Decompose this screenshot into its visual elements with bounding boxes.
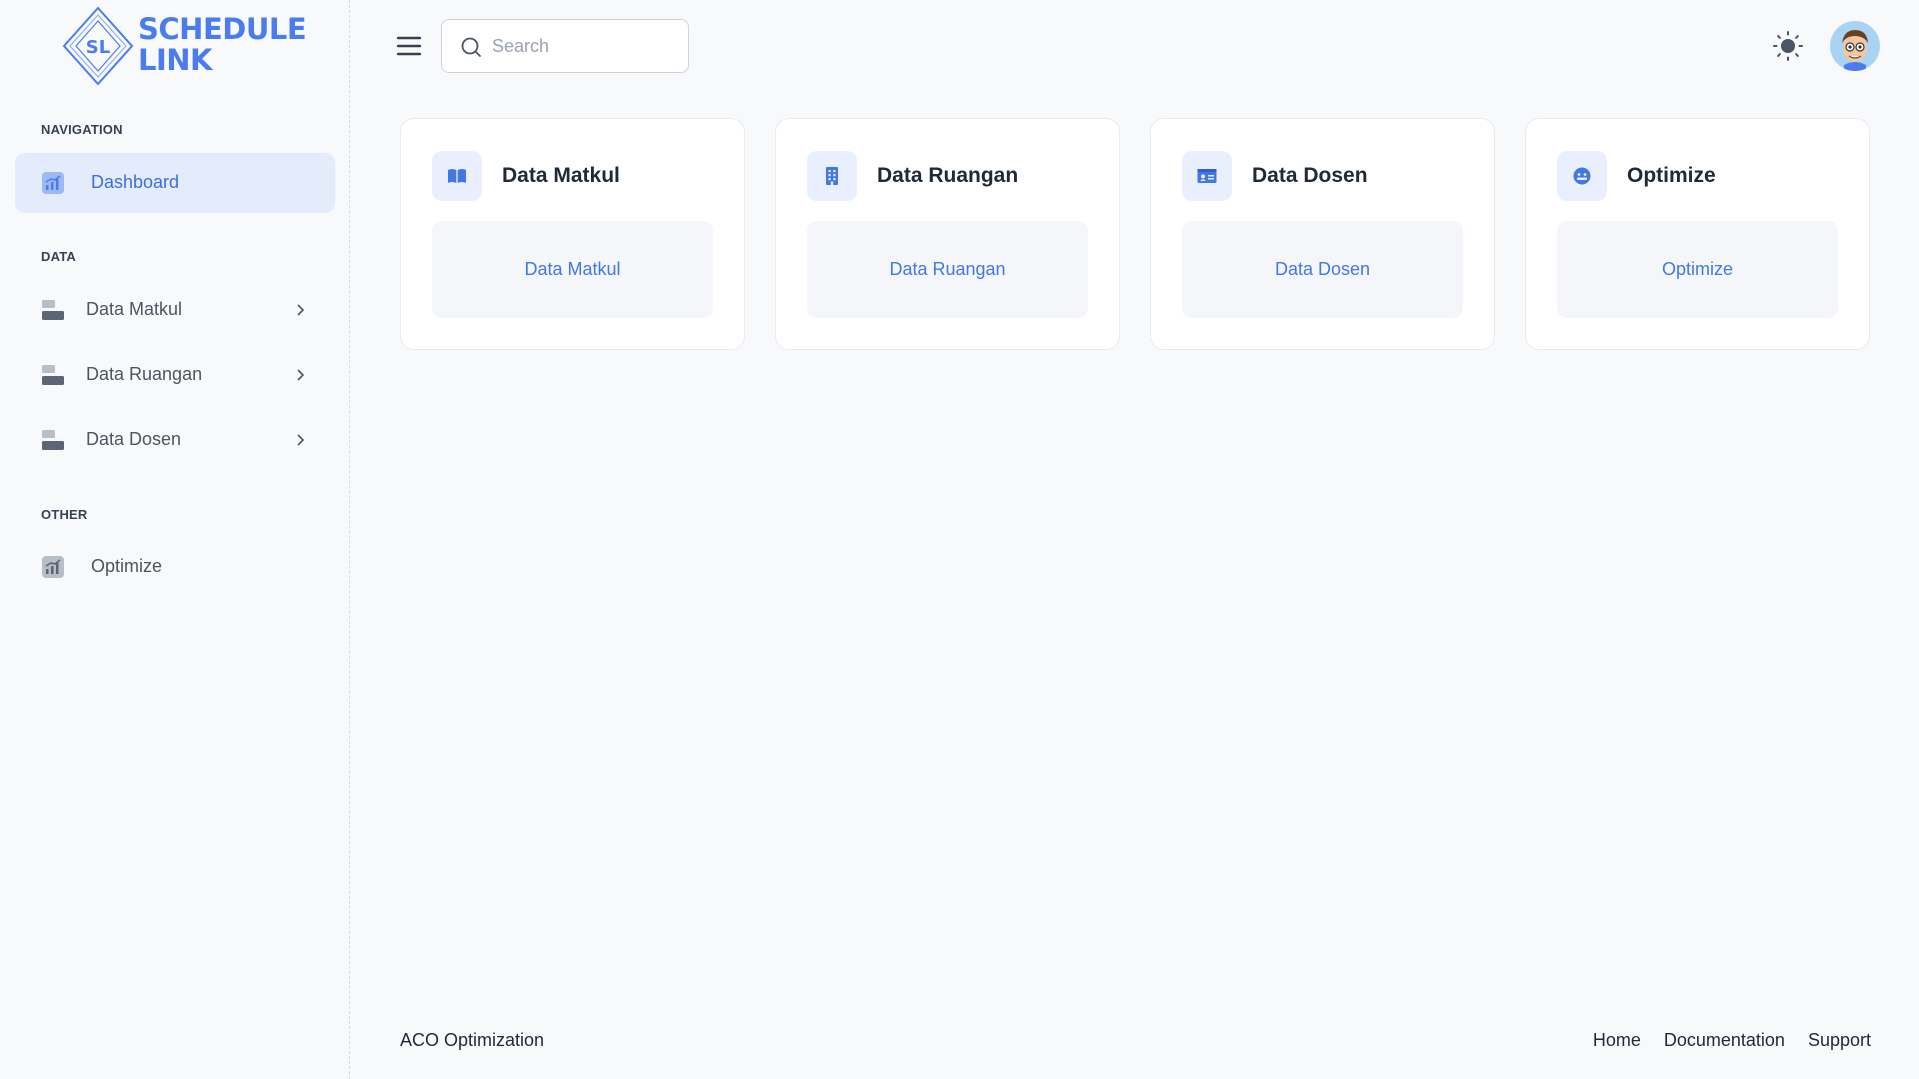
card-title: Optimize (1627, 164, 1716, 187)
footer-link-support[interactable]: Support (1808, 1030, 1871, 1051)
card-title: Data Matkul (502, 164, 620, 187)
search-box[interactable] (441, 19, 689, 73)
sidebar-item-label: Data Dosen (86, 429, 182, 449)
footer-link-documentation[interactable]: Documentation (1664, 1030, 1785, 1051)
sidebar-item-data-dosen[interactable]: Data Dosen (15, 410, 335, 470)
brand-name: SCHEDULE LINK (138, 12, 307, 77)
stack-icon (42, 300, 64, 320)
data-ruangan-button[interactable]: Data Ruangan (807, 221, 1088, 318)
card-icon-box (807, 151, 857, 201)
section-title-data: DATA (41, 249, 76, 264)
footer-link-home[interactable]: Home (1593, 1030, 1641, 1051)
card-data-matkul: Data Matkul Data Matkul (400, 118, 745, 350)
logo-letters: SL (86, 37, 110, 58)
card-button-label: Data Ruangan (889, 259, 1006, 279)
stack-icon (42, 430, 64, 450)
sidebar-item-data-ruangan[interactable]: Data Ruangan (15, 345, 335, 405)
brand-logo[interactable]: SL SCHEDULE LINK (62, 6, 307, 86)
chart-icon (42, 172, 64, 194)
data-matkul-button[interactable]: Data Matkul (432, 221, 713, 318)
card-title: Data Dosen (1252, 164, 1368, 187)
card-button-label: Data Dosen (1274, 259, 1371, 279)
card-icon-box (1182, 151, 1232, 201)
chevron-right-icon (297, 369, 305, 381)
search-input[interactable] (492, 30, 677, 62)
card-data-ruangan: Data Ruangan Data Ruangan (775, 118, 1120, 350)
sidebar-item-label: Data Matkul (86, 299, 183, 319)
optimize-button[interactable]: Optimize (1557, 221, 1838, 318)
sidebar-item-label: Optimize (91, 556, 163, 576)
chevron-right-icon (297, 304, 305, 316)
avatar-icon (1842, 30, 1868, 71)
sidebar-item-label: Data Ruangan (86, 364, 203, 384)
sidebar-item-optimize[interactable]: Optimize (15, 537, 335, 597)
brand-line-2: LINK (138, 43, 213, 77)
logo-diamond-icon: SL (62, 6, 134, 86)
book-icon (448, 169, 466, 183)
hamburger-icon[interactable] (395, 32, 423, 60)
stack-icon (42, 365, 64, 385)
chart-icon (42, 556, 64, 578)
id-card-icon (1197, 169, 1217, 183)
card-title: Data Ruangan (877, 164, 1019, 187)
sidebar: SL SCHEDULE LINK NAVIGATION Dashboard DA… (0, 0, 350, 1079)
user-avatar[interactable] (1830, 21, 1880, 71)
card-button-label: Optimize (1661, 259, 1733, 279)
footer-links: Home Documentation Support (1593, 1030, 1871, 1051)
brand-line-1: SCHEDULE (138, 12, 307, 46)
data-dosen-button[interactable]: Data Dosen (1182, 221, 1463, 318)
search-icon (461, 37, 481, 57)
card-icon-box (432, 151, 482, 201)
card-icon-box (1557, 151, 1607, 201)
card-data-dosen: Data Dosen Data Dosen (1150, 118, 1495, 350)
section-title-navigation: NAVIGATION (41, 122, 123, 137)
card-optimize: Optimize Optimize (1525, 118, 1870, 350)
sun-icon[interactable] (1772, 30, 1804, 62)
sidebar-item-data-matkul[interactable]: Data Matkul (15, 280, 335, 340)
chevron-right-icon (297, 434, 305, 446)
card-button-label: Data Matkul (524, 259, 621, 279)
building-icon (826, 167, 838, 185)
section-title-other: OTHER (41, 507, 88, 522)
sidebar-item-label: Dashboard (91, 172, 180, 192)
sidebar-item-dashboard[interactable]: Dashboard (15, 153, 335, 213)
footer-app-name: ACO Optimization (400, 1030, 545, 1050)
face-icon (1573, 167, 1591, 185)
